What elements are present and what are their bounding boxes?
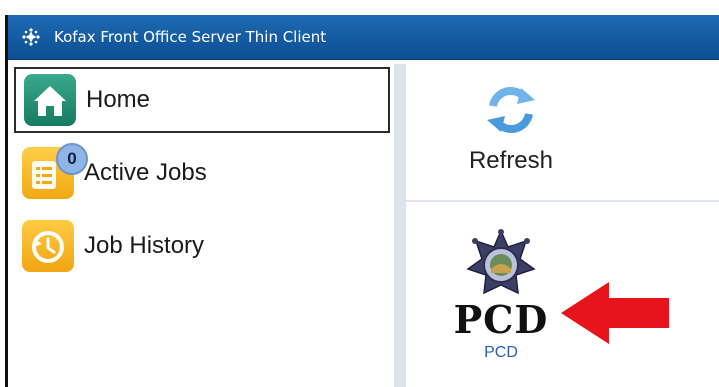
jobs-list-icon: 0 (22, 143, 88, 199)
pcd-shortcut[interactable]: PCD PCD (446, 229, 556, 379)
red-arrow-icon (561, 282, 671, 349)
sidebar-item-job-history[interactable]: Job History (14, 213, 390, 279)
pcd-logo-text: PCD (453, 297, 549, 342)
refresh-button[interactable]: Refresh (456, 84, 566, 174)
pane-divider[interactable] (394, 64, 406, 387)
history-icon (22, 220, 74, 272)
title-bar: Kofax Front Office Server Thin Client (8, 15, 719, 60)
app-window: Kofax Front Office Server Thin Client Ho… (5, 15, 719, 387)
active-jobs-count-badge: 0 (56, 143, 88, 175)
pcd-shortcut-label: PCD (484, 344, 518, 361)
sidebar-item-label: Active Jobs (84, 159, 207, 186)
sidebar-item-active-jobs[interactable]: 0 Active Jobs (14, 140, 390, 206)
main-content: Refresh PCD PCD (406, 64, 719, 387)
sidebar-item-label: Home (86, 86, 151, 113)
refresh-label: Refresh (468, 147, 554, 174)
app-logo-icon (18, 24, 44, 50)
home-icon (24, 74, 76, 126)
sidebar-nav: Home 0 Active Jobs Job History (8, 64, 393, 387)
sidebar-item-home[interactable]: Home (14, 67, 390, 133)
sidebar-item-label: Job History (84, 232, 205, 259)
window-title: Kofax Front Office Server Thin Client (54, 28, 327, 46)
police-badge-icon (466, 229, 536, 306)
toolbar: Refresh (406, 64, 719, 202)
refresh-icon (481, 84, 541, 141)
